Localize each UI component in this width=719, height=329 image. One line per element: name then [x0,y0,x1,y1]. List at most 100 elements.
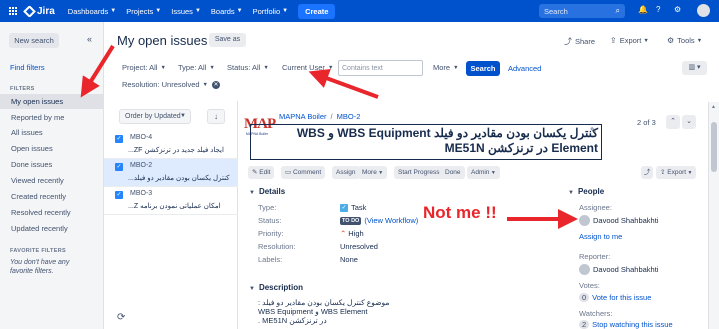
chevron-down-icon: ▼ [263,64,269,71]
reporter-value[interactable]: Davood Shahbakhti [579,264,658,275]
previous-issue-button[interactable]: ⌃ [666,115,680,129]
filter-created-recently[interactable]: Created recently [0,189,104,204]
search-button[interactable]: Search [466,61,500,76]
new-search-button[interactable]: New search [9,33,59,48]
project-filter[interactable]: Project: All ▼ [122,63,166,72]
issue-summary: ایجاد فیلد جدید در ترنزکشن ZF... [128,147,224,154]
filter-my-open-issues[interactable]: My open issues [0,94,104,109]
task-icon: ✓ [115,163,123,171]
start-progress-button[interactable]: Start Progress [394,166,444,179]
admin-button[interactable]: Admin ▼ [467,166,500,179]
collapse-sidebar-icon[interactable]: « [87,34,92,44]
reporter-label: Reporter: [579,252,611,261]
nav-portfolio[interactable]: Portfolio ▼ [253,7,288,16]
issue-summary-editor[interactable]: کنترل یکسان بودن مقادیر دو فیلد WBS Equi… [250,124,602,160]
task-icon: ✓ [115,135,123,143]
chevron-down-icon: ▼ [155,8,162,14]
tools-button[interactable]: ⚙ Tools ▼ [667,36,702,45]
chevron-down-icon: ▼ [453,64,459,71]
list-item[interactable]: ✓ MBO-4 ایجاد فیلد جدید در ترنزکشن ZF... [104,131,238,159]
status-filter[interactable]: Status: All ▼ [227,63,269,72]
share-button[interactable]: ⤴ Share [564,36,595,47]
chevron-down-icon: ▼ [376,170,384,176]
type-value: ✓ Task [340,203,367,212]
settings-icon[interactable]: ⚙ [674,5,681,14]
breadcrumb-issue-key[interactable]: MBO-2 [337,112,361,121]
chevron-down-icon: ▼ [194,8,201,14]
advanced-search-link[interactable]: Advanced [508,64,541,73]
create-button[interactable]: Create [298,3,336,19]
filter-updated-recently[interactable]: Updated recently [0,221,104,236]
save-as-button[interactable]: Save as [209,33,246,47]
nav-issues[interactable]: Issues ▼ [171,7,201,16]
contains-text-input[interactable]: Contains text [338,60,423,76]
user-avatar[interactable] [697,4,710,17]
order-by-dropdown[interactable]: Order by Updated ▼ [119,109,191,124]
vote-link[interactable]: 0 Vote for this issue [579,293,651,302]
nav-projects[interactable]: Projects ▼ [126,7,161,16]
filter-all-issues[interactable]: All issues [0,125,104,140]
arrow-to-current-user [308,69,379,99]
details-section-toggle[interactable]: ▼ Details [249,187,285,196]
assign-button[interactable]: Assign [332,166,360,179]
breadcrumb-project[interactable]: MAPNA Boiler [279,112,327,121]
watch-link[interactable]: 2 Stop watching this issue [579,320,673,329]
edit-button[interactable]: ✎ Edit [248,166,275,179]
more-filters[interactable]: More ▼ [433,63,459,72]
issue-list: Order by Updated ▼ ↓ ✓ MBO-4 ایجاد فیلد ج… [104,101,238,329]
clear-filter-icon[interactable]: ✕ [212,80,220,89]
export-button[interactable]: ⇪ Export ▼ [610,36,649,45]
scroll-up-icon[interactable]: ▲ [711,104,716,110]
chevron-down-icon: ▼ [110,8,117,14]
scrollbar-thumb[interactable] [711,122,717,172]
issue-key: MBO-2 [130,162,153,169]
view-workflow-link[interactable]: (View Workflow) [364,216,418,225]
filter-open-issues[interactable]: Open issues [0,141,104,156]
filter-done-issues[interactable]: Done issues [0,157,104,172]
edit-pencil-icon[interactable]: ✎ [590,126,597,135]
assign-to-me-link[interactable]: Assign to me [579,232,622,241]
description-section-toggle[interactable]: ▼ Description [249,283,303,292]
filter-resolved-recently[interactable]: Resolved recently [0,205,104,220]
list-item-selected[interactable]: ✓ MBO-2 کنترل یکسان بودن مقادیر دو فیلد.… [104,159,238,187]
status-label: Status: [258,216,282,225]
search-icon: ⌕ [615,6,620,15]
people-section-toggle[interactable]: ▼ People [568,187,604,196]
filter-viewed-recently[interactable]: Viewed recently [0,173,104,188]
nav-boards[interactable]: Boards ▼ [211,7,243,16]
notifications-icon[interactable]: 🔔 [638,5,648,14]
page-title: My open issues [117,33,208,48]
resolution-filter[interactable]: Resolution: Unresolved ▼ ✕ [122,80,220,89]
assignee-value[interactable]: Davood Shahbakhti [579,215,658,226]
next-issue-button[interactable]: ⌄ [682,115,696,129]
chevron-down-icon: ▼ [202,81,208,88]
comment-button[interactable]: ▭ Comment [281,166,326,179]
more-button[interactable]: More ▼ [358,166,388,179]
done-button[interactable]: Done [441,166,465,179]
list-item[interactable]: ✓ MBO-3 امکان عملیاتی نمودن برنامه Z... [104,187,238,215]
comment-icon: ▭ [285,169,293,176]
layout-toggle-button[interactable]: ▥ ▾ [682,61,707,75]
collapse-triangle-icon: ▼ [568,190,574,196]
detail-scrollbar[interactable]: ▲ [708,102,719,329]
export-issue-button[interactable]: ⇪ Export ▼ [656,166,697,179]
type-filter[interactable]: Type: All ▼ [178,63,215,72]
filter-reported-by-me[interactable]: Reported by me [0,110,104,125]
refresh-icon[interactable]: ⟳ [117,312,125,323]
share-icon: ⤴ [643,169,651,176]
share-issue-button[interactable]: ⤴ [641,166,653,179]
app-switcher-icon[interactable] [9,6,18,16]
priority-value: ⌃ High [340,229,364,238]
search-input[interactable]: Search ⌕ [539,4,625,18]
nav-dashboards[interactable]: Dashboards ▼ [68,7,116,16]
jira-logo[interactable]: Jira [23,4,55,18]
sort-direction-button[interactable]: ↓ [207,109,225,124]
avatar [579,264,590,275]
assignee-filter[interactable]: Current User ▼ [282,63,333,72]
find-filters-link[interactable]: Find filters [10,63,45,72]
issue-key: MBO-3 [130,190,153,197]
issue-pager: 2 of 3 [637,118,656,127]
labels-label: Labels: [258,255,283,264]
help-icon[interactable]: ? [656,5,660,14]
issue-summary: کنترل یکسان بودن مقادیر دو فیلد... [128,175,230,182]
